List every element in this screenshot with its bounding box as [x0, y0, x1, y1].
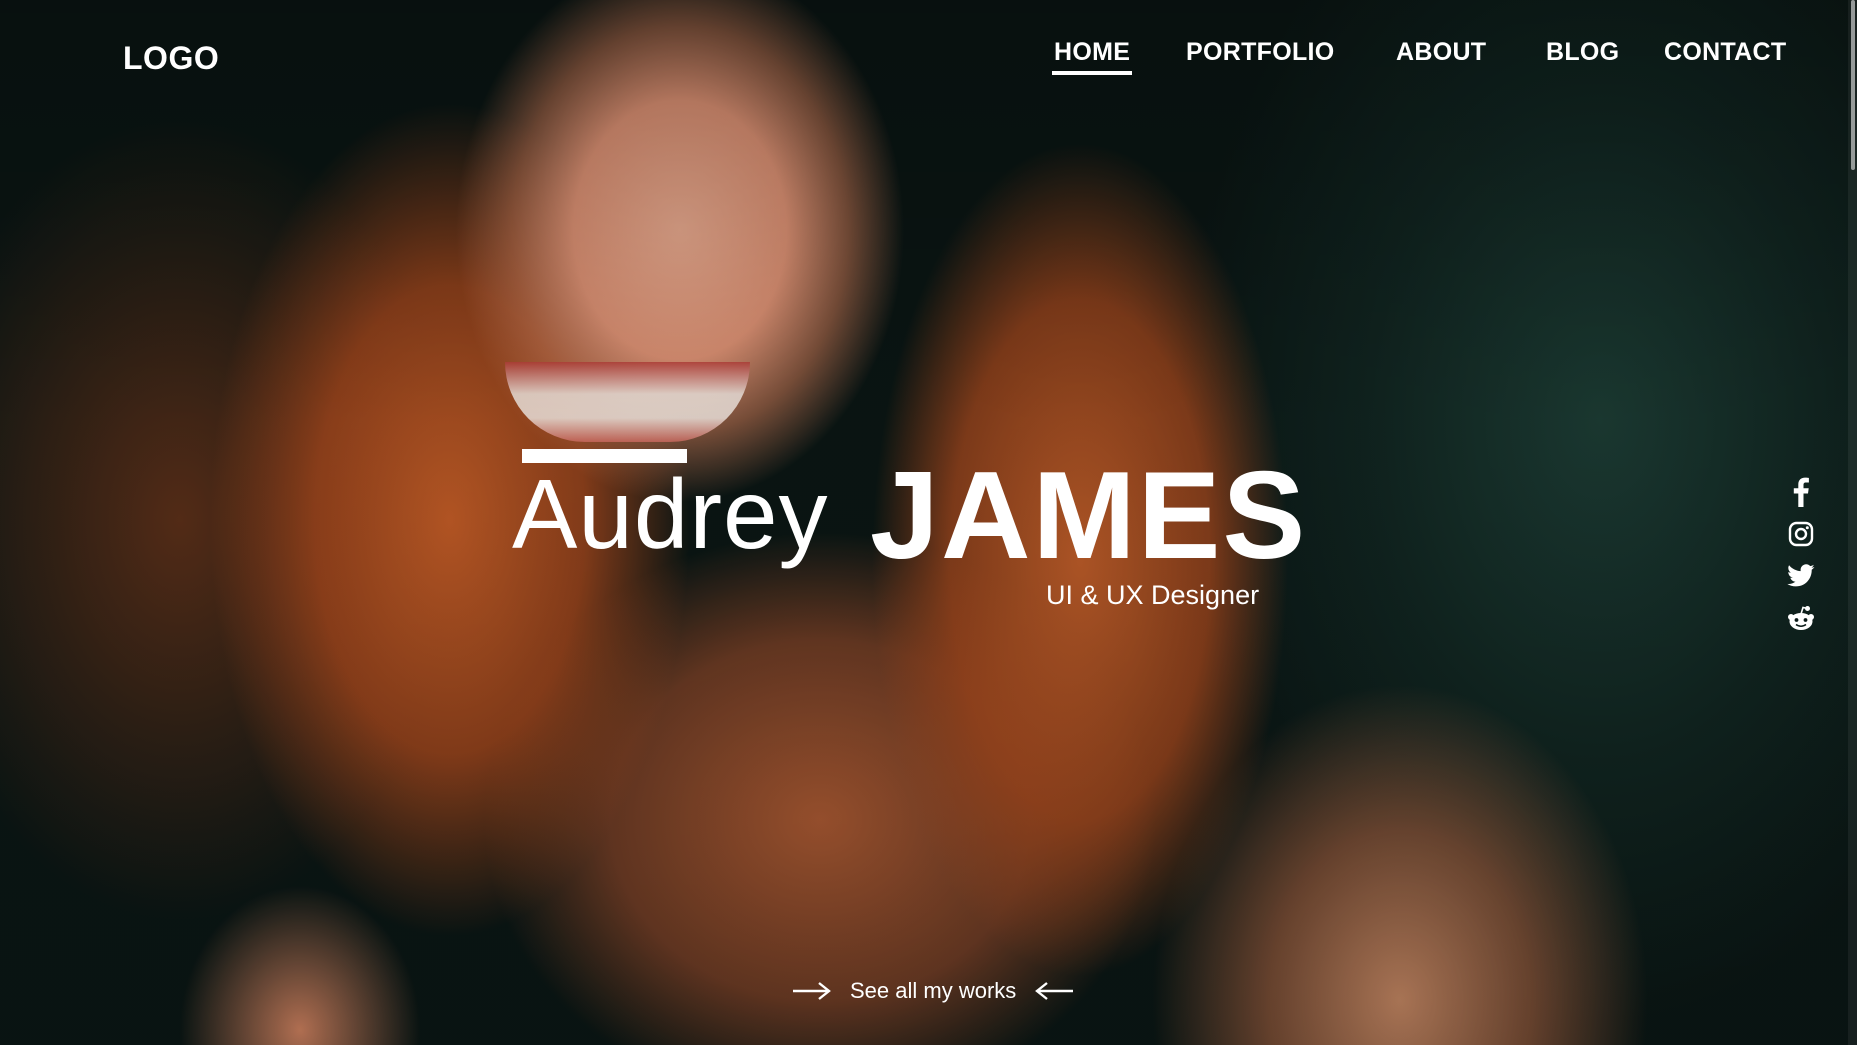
hero-first-name: Audrey: [512, 459, 829, 569]
facebook-icon[interactable]: [1783, 476, 1819, 508]
reddit-icon[interactable]: [1783, 602, 1819, 634]
hero-last-name: JAMES: [870, 447, 1308, 585]
arrow-right-icon: [793, 982, 831, 1000]
see-works-label: See all my works: [850, 978, 1017, 1003]
nav-item-home[interactable]: HOME: [1051, 38, 1133, 75]
nav-item-portfolio[interactable]: PORTFOLIO: [1186, 38, 1335, 67]
instagram-icon[interactable]: [1783, 518, 1819, 550]
nav-item-contact[interactable]: CONTACT: [1664, 38, 1786, 67]
nav-item-about[interactable]: ABOUT: [1396, 38, 1486, 67]
hero-role: UI & UX Designer: [1046, 580, 1260, 610]
main-navigation: HOME PORTFOLIO ABOUT BLOG CONTACT: [0, 38, 1857, 78]
arrow-left-icon: [1035, 982, 1074, 1000]
page-scrollbar[interactable]: [1848, 0, 1857, 1045]
twitter-icon[interactable]: [1783, 560, 1819, 592]
nav-item-blog[interactable]: BLOG: [1546, 38, 1619, 67]
scrollbar-thumb[interactable]: [1851, 0, 1855, 170]
see-works-link[interactable]: See all my works: [792, 974, 1074, 1008]
